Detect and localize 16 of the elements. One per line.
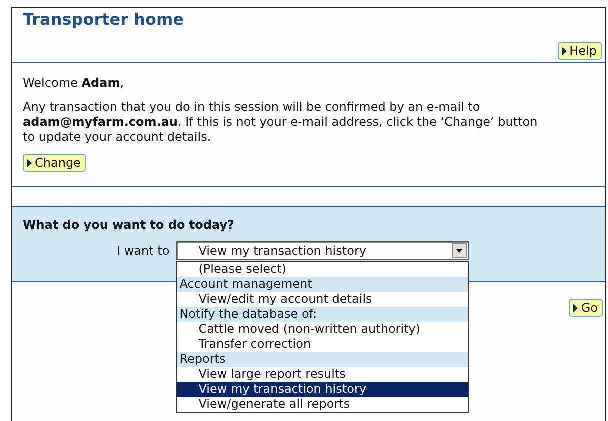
option-group-label: Reports xyxy=(176,352,468,367)
welcome-text: Welcome Adam, xyxy=(23,76,126,91)
dropdown-option[interactable]: View my transaction history xyxy=(176,382,468,397)
section-heading: What do you want to do today? xyxy=(23,218,236,232)
triangle-icon xyxy=(562,46,567,56)
option-group-label: Notify the database of: xyxy=(176,307,468,322)
field-label: I want to xyxy=(117,244,170,258)
option-group-label: Account management xyxy=(176,277,468,292)
message-text: Any transaction that you do in this session will be confirmed by an e-mail to adam@myfarm.com.au. If this is not your e-mail address, click the ‘Change’ button to update your account details. xyxy=(23,100,539,145)
triangle-icon xyxy=(573,304,578,312)
go-button[interactable]: Go xyxy=(569,299,603,317)
triangle-icon xyxy=(27,158,32,168)
help-button[interactable]: Help xyxy=(558,42,602,60)
page-title: Transporter home xyxy=(23,10,185,30)
dropdown-arrow-icon xyxy=(456,248,463,252)
change-button[interactable]: Change xyxy=(23,154,86,172)
